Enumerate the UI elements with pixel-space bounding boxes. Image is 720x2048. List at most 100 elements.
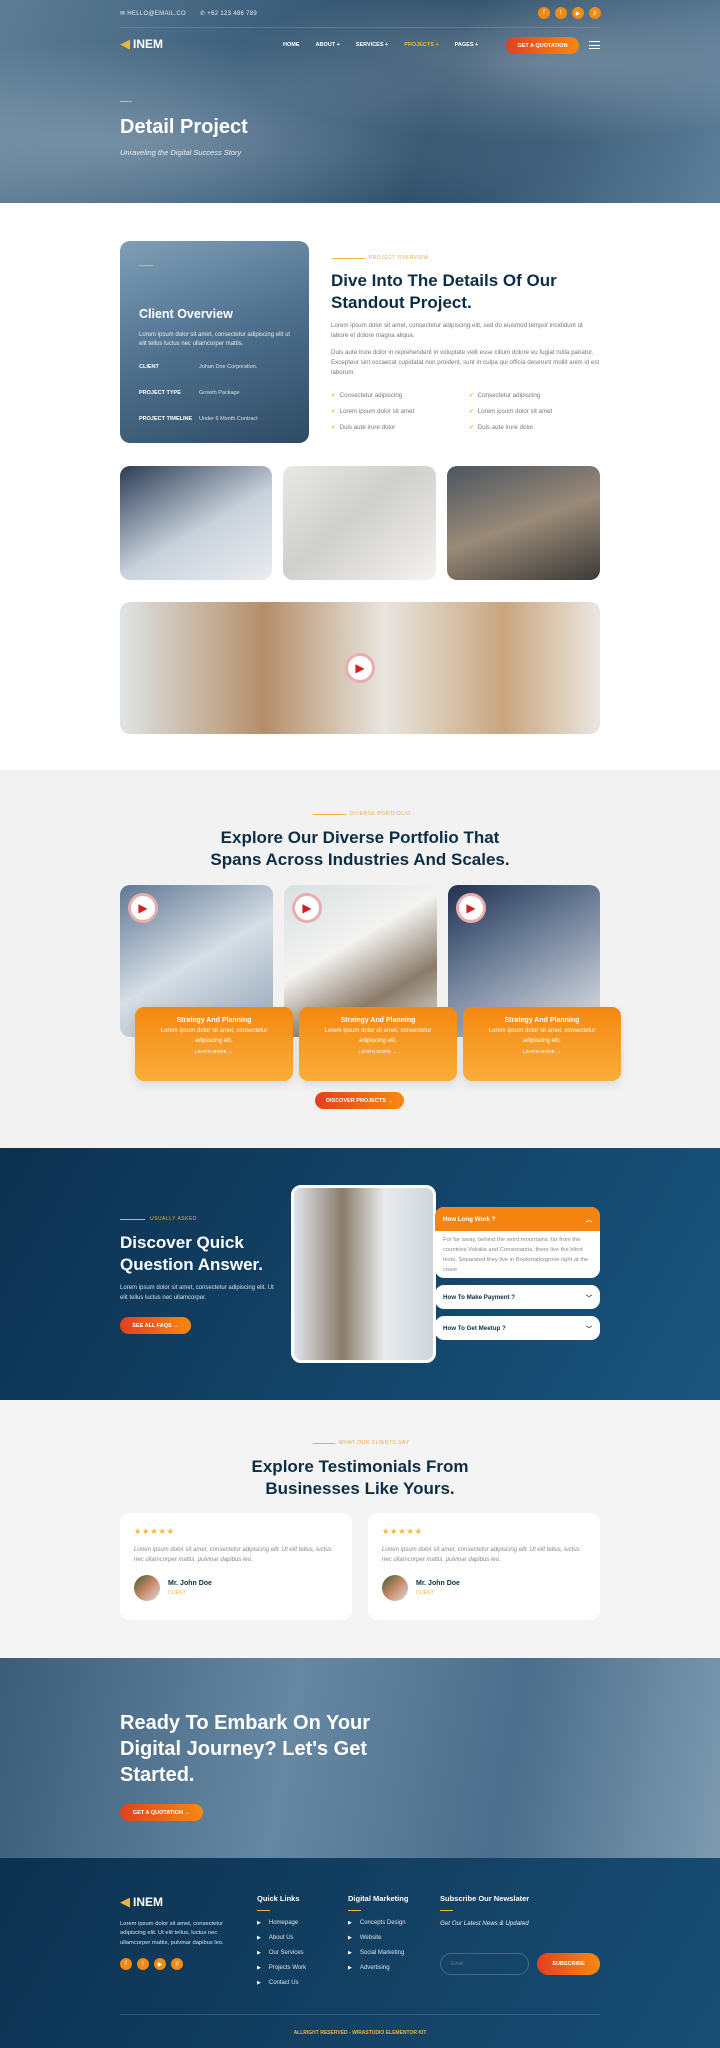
subscribe-button[interactable]: SUBSCRIBE <box>537 1953 600 1975</box>
nav-home[interactable]: HOME <box>283 42 300 48</box>
pinterest-icon[interactable]: p <box>171 1958 183 1970</box>
cta-section: Ready To Embark On Your Digital Journey?… <box>0 1658 720 1858</box>
logo[interactable]: ◀ INEM <box>120 36 163 52</box>
play-icon[interactable]: ▶ <box>456 893 486 923</box>
video-thumbnail[interactable]: ▶ <box>120 602 600 734</box>
project-type-label: PROJECT TYPE <box>139 390 181 396</box>
play-icon[interactable]: ▶ <box>128 893 158 923</box>
caret-icon: ▶ <box>348 1965 352 1971</box>
portfolio-title: Explore Our Diverse Portfolio That Spans… <box>210 828 510 870</box>
overview-paragraph-1: Lorem ipsum dolor sit amet, consectetur … <box>331 322 583 339</box>
footer-social: f t ▶ p <box>120 1958 183 1970</box>
client-label: CLIENT <box>139 364 159 370</box>
overview-paragraph-2: Duis aute irure dolor in reprehenderit i… <box>331 349 600 376</box>
faq-question-text: How To Get Meetup ? <box>443 1324 506 1332</box>
cta-title: Ready To Embark On Your Digital Journey?… <box>120 1712 371 1786</box>
twitter-icon[interactable]: t <box>555 7 567 19</box>
check-text: Duis aute irure dolor <box>477 423 534 431</box>
caret-icon: ▶ <box>257 1965 261 1971</box>
nav-projects[interactable]: PROJECTS + <box>404 42 438 48</box>
client-role: CLIENT <box>168 1590 186 1597</box>
portfolio-card[interactable]: Strategy And Planning Lorem ipsum dolor s… <box>135 1007 293 1081</box>
accent-line <box>332 258 365 259</box>
accent-line <box>313 814 346 815</box>
youtube-icon[interactable]: ▶ <box>572 7 584 19</box>
faq-item[interactable]: How To Make Payment ? ﹀ <box>435 1285 600 1309</box>
testimonial-text: Lorem ipsum dolor sit amet, consectetur … <box>134 1547 332 1564</box>
digital-marketing-title: Digital Marketing <box>348 1894 409 1903</box>
newsletter-title: Subscribe Our Newslater <box>440 1894 530 1903</box>
nav-pages[interactable]: PAGES + <box>455 42 479 48</box>
faq-section: USUALLY ASKED Discover Quick Question An… <box>0 1148 720 1400</box>
menu-icon[interactable] <box>589 41 600 49</box>
gallery-image[interactable] <box>447 466 600 580</box>
accent-line <box>139 265 153 266</box>
footer-link[interactable]: ▶ Advertising <box>348 1961 408 1976</box>
faq-text: Lorem ipsum dolor sit amet, consectetur … <box>120 1285 274 1302</box>
email-text[interactable]: ✉ HELLO@EMAIL.CO <box>120 10 186 17</box>
avatar <box>382 1575 408 1602</box>
footer-link[interactable]: ▶ Projects Work <box>257 1961 306 1976</box>
portfolio-card[interactable]: Strategy And Planning Lorem ipsum dolor s… <box>299 1007 457 1081</box>
faq-question[interactable]: How Long Work ? ︿ <box>435 1207 600 1231</box>
nav-about[interactable]: ABOUT + <box>316 42 340 48</box>
caret-icon: ▶ <box>348 1935 352 1941</box>
footer-divider <box>120 2014 600 2015</box>
see-all-faqs-button[interactable]: SEE ALL FAQS → <box>120 1317 191 1334</box>
footer-link[interactable]: ▶ Contact Us <box>257 1976 306 1991</box>
faq-question-text: How Long Work ? <box>443 1215 496 1223</box>
faq-item[interactable]: How To Get Meetup ? ﹀ <box>435 1316 600 1340</box>
card-title: Strategy And Planning <box>504 1017 580 1024</box>
gallery-image[interactable] <box>283 466 436 580</box>
faq-item-open[interactable]: How Long Work ? ︿ For far away, behind th… <box>435 1207 600 1278</box>
page-subtitle: Unraveling the Digital Success Story <box>120 148 242 157</box>
section-label: PROJECT OVERVIEW <box>369 255 429 261</box>
project-timeline-value: Under 6 Month Contract <box>199 416 258 422</box>
caret-icon: ▶ <box>348 1920 352 1926</box>
footer-link[interactable]: ▶ Concepts Design <box>348 1916 408 1931</box>
footer-link[interactable]: ▶ Website <box>348 1931 408 1946</box>
testimonials-title: Explore Testimonials From Businesses Lik… <box>251 1457 469 1499</box>
cta-quotation-button[interactable]: GET A QUOTATION → <box>120 1804 203 1821</box>
footer-about: Lorem ipsum dolor sit amet, consectetur … <box>120 1921 224 1946</box>
check-text: Duis aute irure dolor <box>339 423 396 431</box>
client-role: CLIENT <box>416 1590 434 1597</box>
page-title: Detail Project <box>120 116 248 138</box>
newsletter-subtitle: Get Our Latest News & Updated <box>440 1920 529 1927</box>
caret-icon: ▶ <box>257 1920 261 1926</box>
nav-services[interactable]: SERVICES + <box>356 42 388 48</box>
check-icon: ✔ <box>469 392 475 399</box>
twitter-icon[interactable]: t <box>137 1958 149 1970</box>
check-icon: ✔ <box>331 423 337 431</box>
check-item: ✔ Duis aute irure dolor <box>469 423 601 433</box>
discover-projects-button[interactable]: DISCOVER PROJECTS → <box>315 1092 404 1109</box>
phone-text[interactable]: ✆ +62 123 486 789 <box>200 10 257 17</box>
get-quotation-button[interactable]: GET A QUOTATION <box>506 37 579 54</box>
email-input[interactable] <box>440 1953 529 1975</box>
check-text: Lorem ipsum dolor sit amet <box>477 407 553 415</box>
youtube-icon[interactable]: ▶ <box>154 1958 166 1970</box>
footer-link[interactable]: ▶ About Us <box>257 1931 306 1946</box>
facebook-icon[interactable]: f <box>538 7 550 19</box>
learn-more-link[interactable]: LEARN MORE → <box>463 1050 621 1055</box>
facebook-icon[interactable]: f <box>120 1958 132 1970</box>
top-bar: ✉ HELLO@EMAIL.CO ✆ +62 123 486 789 f t ▶… <box>120 0 601 28</box>
gallery-image[interactable] <box>120 466 272 580</box>
learn-more-link[interactable]: LEARN MORE → <box>135 1050 293 1055</box>
footer-link[interactable]: ▶ Our Services <box>257 1946 306 1961</box>
client-name: Mr. John Doe <box>416 1580 460 1588</box>
project-timeline-label: PROJECT TIMELINE <box>139 416 193 422</box>
card-text: Lorem ipsum dolor sit amet, consectetur … <box>160 1028 268 1044</box>
client-overview-card: Client Overview Lorem ipsum dolor sit am… <box>120 241 309 443</box>
star-rating: ★★★★★ <box>382 1527 423 1536</box>
play-icon[interactable]: ▶ <box>292 893 322 923</box>
footer-link[interactable]: ▶ Social Marketing <box>348 1946 408 1961</box>
footer-link[interactable]: ▶ Homepage <box>257 1916 306 1931</box>
portfolio-card[interactable]: Strategy And Planning Lorem ipsum dolor s… <box>463 1007 621 1081</box>
accent-line <box>313 1443 335 1444</box>
play-icon[interactable]: ▶ <box>345 653 375 683</box>
footer-logo[interactable]: ◀ INEM <box>120 1894 163 1910</box>
pinterest-icon[interactable]: p <box>589 7 601 19</box>
learn-more-link[interactable]: LEARN MORE → <box>299 1050 457 1055</box>
check-text: Lorem ipsum dolor sit amet <box>339 407 415 415</box>
